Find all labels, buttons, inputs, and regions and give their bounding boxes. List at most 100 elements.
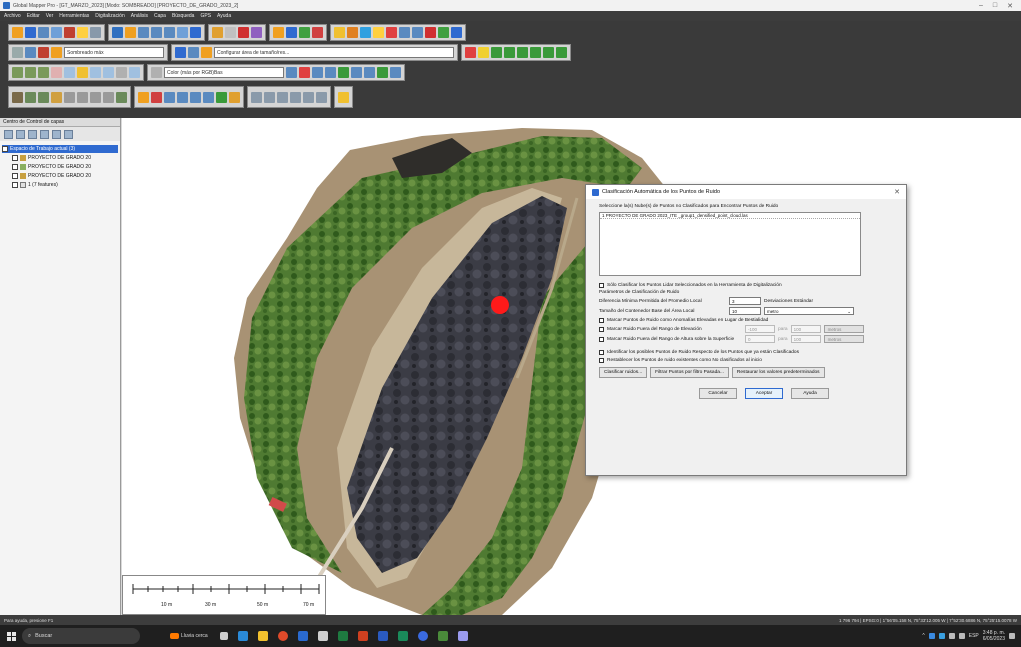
restore-defaults-button[interactable]: Restaurar los valores predeterminados — [731, 367, 825, 378]
select-icon[interactable] — [112, 27, 123, 38]
nav6-icon[interactable] — [316, 91, 327, 103]
pencil7-icon[interactable] — [556, 47, 567, 58]
text-icon[interactable] — [103, 91, 114, 103]
cancel-button[interactable]: Cancelar — [699, 388, 737, 399]
checkbox-box[interactable] — [599, 282, 604, 288]
accept-button[interactable]: Aceptar — [745, 388, 783, 399]
pencil4-icon[interactable] — [517, 47, 528, 58]
menu-busqueda[interactable]: Búsqueda — [172, 13, 195, 19]
help-icon[interactable] — [25, 47, 36, 58]
only-selected-checkbox[interactable]: Sólo Clasificar los Puntos Lidar Selecci… — [599, 281, 893, 289]
panel-tool-icon[interactable] — [4, 129, 13, 139]
measure2-icon[interactable] — [164, 91, 175, 103]
notepad-icon[interactable] — [317, 631, 328, 641]
edit-icon[interactable] — [438, 27, 449, 38]
ground-icon[interactable] — [377, 67, 388, 78]
highlight-icon[interactable] — [373, 27, 384, 38]
menu-analisis[interactable]: Análisis — [131, 13, 148, 19]
nav4-icon[interactable] — [290, 91, 301, 103]
stats-icon[interactable] — [451, 27, 462, 38]
point-cloud-listbox[interactable]: 1 PROYECTO DE GRADO 2023_ITE _group1_den… — [599, 212, 861, 276]
zoom-in-icon[interactable] — [138, 27, 149, 38]
landscape-icon[interactable] — [12, 91, 23, 103]
compass-icon[interactable] — [77, 91, 88, 103]
panel-tool-icon[interactable] — [64, 129, 73, 139]
layer-checkbox[interactable] — [12, 173, 18, 179]
grid3-icon[interactable] — [90, 91, 101, 103]
ruler-icon[interactable] — [225, 27, 236, 38]
cut-icon[interactable] — [203, 91, 214, 103]
chevron-up-icon[interactable]: ^ — [922, 633, 924, 639]
palette-icon[interactable] — [151, 67, 162, 78]
layer-checkbox[interactable] — [12, 164, 18, 170]
min-diff-input[interactable]: 3 — [729, 297, 761, 305]
task-view-icon[interactable] — [219, 632, 228, 640]
language-indicator[interactable]: ESP — [969, 633, 979, 639]
export-icon[interactable] — [51, 27, 62, 38]
pencil6-icon[interactable] — [543, 47, 554, 58]
powerpoint-icon[interactable] — [357, 631, 368, 641]
open-icon[interactable] — [12, 27, 23, 38]
back-icon[interactable] — [177, 27, 188, 38]
store-icon[interactable] — [297, 631, 308, 641]
yellow-icon[interactable] — [478, 47, 489, 58]
tool-icon[interactable] — [64, 27, 75, 38]
tool2-icon[interactable] — [38, 47, 49, 58]
edge-icon[interactable] — [237, 631, 248, 641]
layer-checkbox[interactable] — [12, 155, 18, 161]
ok-icon[interactable] — [216, 91, 227, 103]
clock[interactable]: 3:48 p. m. 6/05/2023 — [983, 630, 1005, 642]
zoom-out-icon[interactable] — [151, 27, 162, 38]
home-icon[interactable] — [190, 27, 201, 38]
classify-icon[interactable] — [347, 27, 358, 38]
line2-icon[interactable] — [177, 91, 188, 103]
elev-to-input[interactable]: 100 — [790, 325, 821, 333]
layer-item[interactable]: PROYECTO DE GRADO 20 — [2, 154, 118, 162]
layers2-icon[interactable] — [116, 91, 127, 103]
lidar-icon[interactable] — [334, 27, 345, 38]
layer-checkbox[interactable] — [12, 182, 18, 188]
line-icon[interactable] — [25, 67, 36, 78]
volume-icon[interactable] — [299, 67, 310, 78]
path-icon[interactable] — [312, 27, 323, 38]
globe2-icon[interactable] — [175, 47, 186, 58]
point-icon[interactable] — [51, 67, 62, 78]
grid2-icon[interactable] — [325, 67, 336, 78]
panel-tool-icon[interactable] — [52, 129, 61, 139]
classify-noise-button[interactable]: Clasificar ruidos... — [599, 367, 648, 378]
rotate-icon[interactable] — [129, 67, 140, 78]
filter-icon[interactable] — [360, 27, 371, 38]
app-icon[interactable] — [397, 631, 408, 641]
window-unit-select[interactable]: metro ⌄ — [764, 307, 854, 315]
delete-icon[interactable] — [238, 27, 249, 38]
nav3-icon[interactable] — [277, 91, 288, 103]
panel-tool-icon[interactable] — [40, 129, 49, 139]
contour-icon[interactable] — [312, 67, 323, 78]
sun-icon[interactable] — [273, 27, 284, 38]
snap-icon[interactable] — [116, 67, 127, 78]
zoom-extent-icon[interactable] — [164, 27, 175, 38]
menu-herramientas[interactable]: Herramientas — [59, 13, 89, 19]
wifi-icon[interactable] — [948, 633, 955, 639]
mesh-icon[interactable] — [364, 67, 375, 78]
area2-icon[interactable] — [190, 91, 201, 103]
shading-combo[interactable]: Sombreado máx — [64, 47, 164, 58]
surf-unit-button[interactable]: metros — [823, 335, 864, 343]
save-icon[interactable] — [38, 27, 49, 38]
mountain-icon[interactable] — [25, 91, 36, 103]
tray-icon[interactable] — [938, 633, 945, 639]
minimize-button[interactable]: – — [979, 2, 983, 10]
3d-view-icon[interactable] — [286, 27, 297, 38]
menu-capa[interactable]: Capa — [154, 13, 166, 19]
app2-icon[interactable] — [417, 631, 428, 641]
digitize-icon[interactable] — [12, 67, 23, 78]
window-size-input[interactable]: 10 — [729, 307, 761, 315]
chrome-icon[interactable] — [277, 631, 288, 641]
taskbar-search[interactable]: ⌕ Buscar — [22, 628, 140, 644]
nav5-icon[interactable] — [303, 91, 314, 103]
sphere-icon[interactable] — [188, 47, 199, 58]
tree-icon[interactable] — [338, 67, 349, 78]
global-mapper-icon[interactable] — [437, 631, 448, 641]
layer-item-workspace[interactable]: Espacio de Trabajo actual (3) — [2, 145, 118, 153]
vertex-icon[interactable] — [64, 67, 75, 78]
